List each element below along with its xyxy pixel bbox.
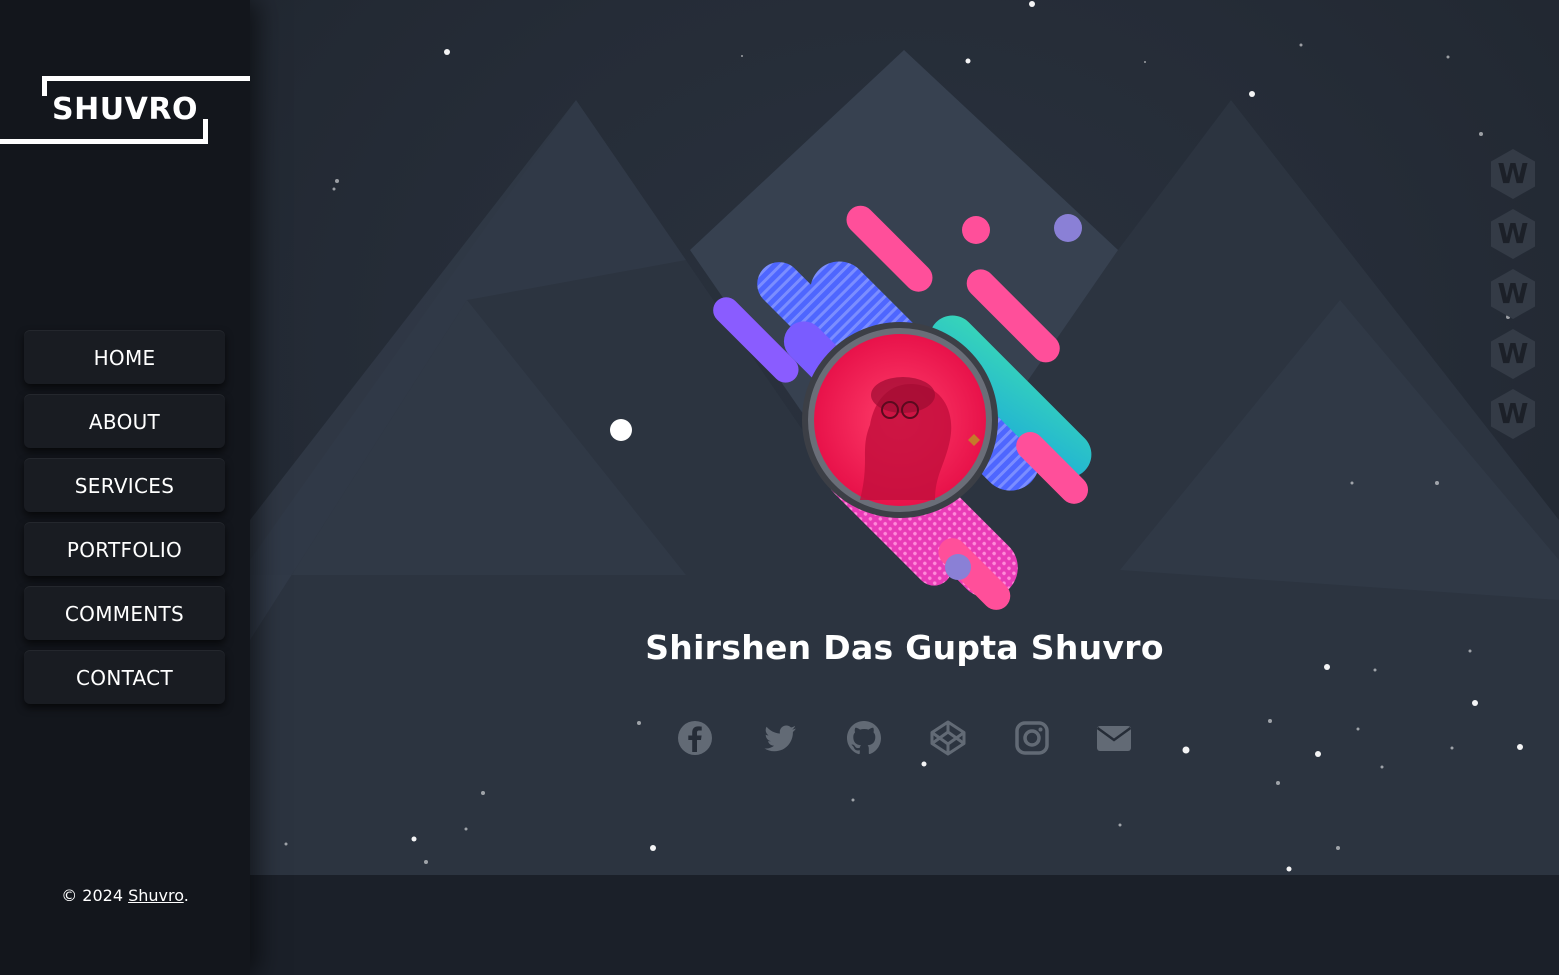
nav-item-about[interactable]: ABOUT xyxy=(24,394,225,448)
section-dot-label: W xyxy=(1497,157,1529,190)
nav-item-portfolio[interactable]: PORTFOLIO xyxy=(24,522,225,576)
section-dot-1[interactable]: W xyxy=(1487,148,1539,200)
logo-text: SHUVRO xyxy=(52,92,198,127)
envelope-icon[interactable] xyxy=(1094,718,1134,758)
nav-item-contact[interactable]: CONTACT xyxy=(24,650,225,704)
footer-strip xyxy=(250,875,1559,975)
section-dot-label: W xyxy=(1497,277,1529,310)
main-nav: HOME ABOUT SERVICES PORTFOLIO COMMENTS C… xyxy=(24,330,225,714)
nav-item-services[interactable]: SERVICES xyxy=(24,458,225,512)
copyright-link[interactable]: Shuvro xyxy=(128,886,184,905)
hero-section: Shirshen Das Gupta Shuvro xyxy=(250,0,1559,875)
social-links xyxy=(250,718,1559,762)
section-dot-label: W xyxy=(1497,217,1529,250)
section-dot-label: W xyxy=(1497,337,1529,370)
section-dot-label: W xyxy=(1497,397,1529,430)
twitter-icon[interactable] xyxy=(760,718,800,758)
copyright: © 2024 Shuvro. xyxy=(0,886,250,905)
sidebar: SHUVRO HOME ABOUT SERVICES PORTFOLIO COM… xyxy=(0,0,250,975)
section-dot-5[interactable]: W xyxy=(1487,388,1539,440)
logo[interactable]: SHUVRO xyxy=(0,76,250,146)
instagram-icon[interactable] xyxy=(1012,718,1052,758)
codepen-icon[interactable] xyxy=(928,718,968,758)
avatar-illustration xyxy=(713,205,1092,610)
github-icon[interactable] xyxy=(844,718,884,758)
copyright-suffix: . xyxy=(183,886,189,905)
profile-name: Shirshen Das Gupta Shuvro xyxy=(645,628,1164,667)
section-dot-4[interactable]: W xyxy=(1487,328,1539,380)
section-dots: W W W W W xyxy=(1487,148,1539,448)
nav-item-home[interactable]: HOME xyxy=(24,330,225,384)
nav-item-comments[interactable]: COMMENTS xyxy=(24,586,225,640)
copyright-prefix: © 2024 xyxy=(61,886,129,905)
section-dot-2[interactable]: W xyxy=(1487,208,1539,260)
facebook-icon[interactable] xyxy=(675,718,715,758)
section-dot-3[interactable]: W xyxy=(1487,268,1539,320)
